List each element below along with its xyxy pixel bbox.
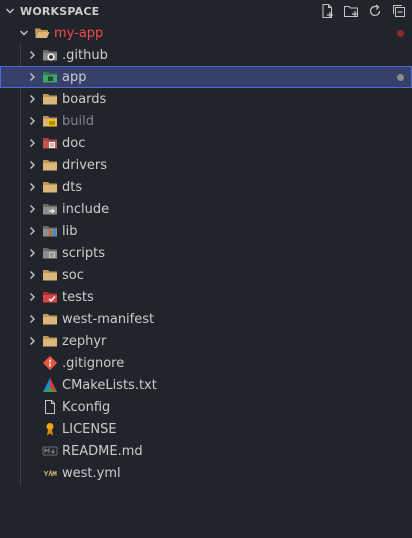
chevron-right-icon[interactable] [24,135,40,151]
chevron-right-icon[interactable] [24,333,40,349]
lib-folder-icon [42,223,58,239]
tree-folder-boards[interactable]: boards [0,88,412,110]
tree-item-label: README.md [62,443,143,459]
tree-item-label: app [62,69,87,85]
tree-item-label: .github [62,47,108,63]
tree-folder-app[interactable]: app [0,66,412,88]
build-folder-icon [42,113,58,129]
chevron-right-icon[interactable] [24,289,40,305]
chevron-right-icon[interactable] [24,113,40,129]
tree-folder-build[interactable]: build [0,110,412,132]
folder-icon [42,91,58,107]
markdown-icon [42,443,58,459]
root-folder-label: my-app [54,25,104,41]
tree-folder-lib[interactable]: lib [0,220,412,242]
workspace-title: WORKSPACE [20,4,100,18]
chevron-right-icon[interactable] [24,47,40,63]
license-icon [42,421,58,437]
folder-icon [42,179,58,195]
scripts-folder-icon [42,245,58,261]
tree-folder-include[interactable]: include [0,198,412,220]
git-icon [42,355,58,371]
tree-item-label: include [62,201,110,217]
header-actions [316,1,410,21]
tree-folder-scripts[interactable]: scripts [0,242,412,264]
tree-folder-tests[interactable]: tests [0,286,412,308]
workspace-section-header[interactable]: WORKSPACE [0,0,412,22]
tree-item-label: west.yml [62,465,121,481]
open-folder-icon [34,25,50,41]
tree-item-label: Kconfig [62,399,111,415]
tree-folder-zephyr[interactable]: zephyr [0,330,412,352]
tree-folder-west-manifest[interactable]: west-manifest [0,308,412,330]
include-folder-icon [42,201,58,217]
tree-file-kconfig[interactable]: Kconfig [0,396,412,418]
tree-item-label: build [62,113,94,129]
tree-item-label: CMakeLists.txt [62,377,157,393]
folder-icon [42,311,58,327]
tree-item-label: LICENSE [62,421,117,437]
chevron-right-icon[interactable] [24,69,40,85]
chevron-right-icon[interactable] [24,245,40,261]
tests-folder-icon [42,289,58,305]
tree-item-label: .gitignore [62,355,125,371]
tree-item-label: soc [62,267,84,283]
folder-icon [42,333,58,349]
new-file-icon[interactable] [316,1,338,21]
root-status-dot [397,30,404,37]
chevron-right-icon[interactable] [24,157,40,173]
folder-icon [42,157,58,173]
chevron-right-icon[interactable] [24,311,40,327]
file-explorer: WORKSPACE my-app .github app boards buil… [0,0,412,538]
modified-status-dot [397,74,404,81]
tree-file-license[interactable]: LICENSE [0,418,412,440]
docs-folder-icon [42,135,58,151]
tree-file-west-yml[interactable]: west.yml [0,462,412,484]
chevron-down-icon[interactable] [0,5,20,17]
tree-folder-dts[interactable]: dts [0,176,412,198]
tree-file-cmakelists-txt[interactable]: CMakeLists.txt [0,374,412,396]
tree-item-label: doc [62,135,86,151]
tree-item-label: lib [62,223,78,239]
github-folder-icon [42,47,58,63]
tree-folder-doc[interactable]: doc [0,132,412,154]
collapse-all-icon[interactable] [388,1,410,21]
tree-folder-github[interactable]: .github [0,44,412,66]
tree-root-my-app[interactable]: my-app [0,22,412,44]
tree-folder-soc[interactable]: soc [0,264,412,286]
tree-folder-drivers[interactable]: drivers [0,154,412,176]
chevron-right-icon[interactable] [24,267,40,283]
tree-item-label: drivers [62,157,108,173]
tree-item-label: scripts [62,245,105,261]
tree-item-label: zephyr [62,333,107,349]
chevron-right-icon[interactable] [24,223,40,239]
yaml-icon [42,465,58,481]
chevron-right-icon[interactable] [24,201,40,217]
tree-item-label: west-manifest [62,311,155,327]
app-folder-icon [42,69,58,85]
tree-file-readme-md[interactable]: README.md [0,440,412,462]
tree-item-label: tests [62,289,94,305]
folder-icon [42,267,58,283]
cmake-icon [42,377,58,393]
chevron-right-icon[interactable] [24,179,40,195]
tree-item-label: dts [62,179,83,195]
tree-file-gitignore[interactable]: .gitignore [0,352,412,374]
tree-item-label: boards [62,91,107,107]
chevron-down-icon[interactable] [16,25,32,41]
refresh-icon[interactable] [364,1,386,21]
file-icon [42,399,58,415]
chevron-right-icon[interactable] [24,91,40,107]
new-folder-icon[interactable] [340,1,362,21]
